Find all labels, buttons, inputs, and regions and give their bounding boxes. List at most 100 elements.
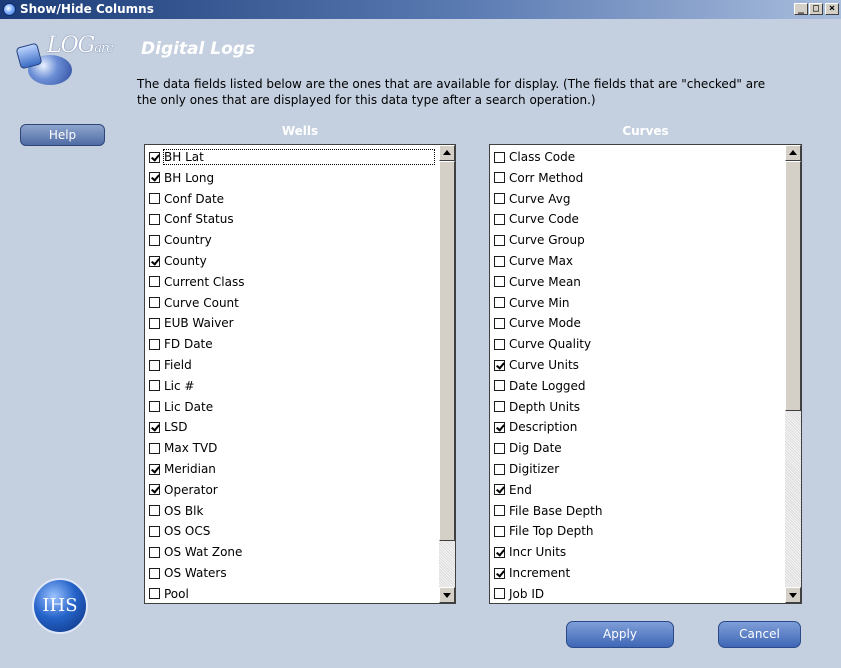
checkbox-icon[interactable] xyxy=(149,546,160,558)
curves-scroll-thumb[interactable] xyxy=(785,161,801,411)
checkbox-icon[interactable] xyxy=(149,463,160,475)
checkbox-icon[interactable] xyxy=(494,442,505,454)
list-item[interactable]: Curve Units xyxy=(494,355,579,375)
list-item[interactable]: Field xyxy=(149,355,192,375)
checkbox-icon[interactable] xyxy=(494,401,505,413)
title-bar[interactable]: Show/Hide Columns _ □ × xyxy=(0,0,841,19)
checkbox-icon[interactable] xyxy=(494,359,505,371)
list-item[interactable]: Incr Units xyxy=(494,542,566,562)
checkbox-icon[interactable] xyxy=(149,317,160,329)
list-item[interactable]: Lic # xyxy=(149,376,195,396)
help-button[interactable]: Help xyxy=(20,124,105,146)
checkbox-icon[interactable] xyxy=(494,172,505,184)
checkbox-icon[interactable] xyxy=(149,421,160,433)
checkbox-icon[interactable] xyxy=(494,151,505,163)
close-icon[interactable]: × xyxy=(825,3,839,15)
list-item[interactable]: Curve Group xyxy=(494,230,585,250)
checkbox-icon[interactable] xyxy=(149,525,160,537)
list-item[interactable]: OS OCS xyxy=(149,521,210,541)
checkbox-icon[interactable] xyxy=(494,234,505,246)
list-item[interactable]: Curve Max xyxy=(494,251,573,271)
list-item[interactable]: Pool xyxy=(149,584,189,603)
list-item[interactable]: Description xyxy=(494,417,577,437)
list-item[interactable]: LSD xyxy=(149,417,188,437)
list-item[interactable]: Increment xyxy=(494,563,570,583)
list-item[interactable]: FD Date xyxy=(149,334,213,354)
checkbox-icon[interactable] xyxy=(149,505,160,517)
list-item[interactable]: Curve Quality xyxy=(494,334,591,354)
checkbox-icon[interactable] xyxy=(149,213,160,225)
cancel-button[interactable]: Cancel xyxy=(718,621,801,648)
checkbox-icon[interactable] xyxy=(494,297,505,309)
list-item[interactable]: OS Wat Zone xyxy=(149,542,242,562)
checkbox-icon[interactable] xyxy=(494,484,505,496)
checkbox-icon[interactable] xyxy=(494,380,505,392)
checkbox-icon[interactable] xyxy=(494,567,505,579)
list-item[interactable]: Curve Min xyxy=(494,293,570,313)
checkbox-icon[interactable] xyxy=(149,151,160,163)
list-item[interactable]: Operator xyxy=(149,480,218,500)
list-item[interactable]: Conf Date xyxy=(149,189,224,209)
checkbox-icon[interactable] xyxy=(149,234,160,246)
checkbox-icon[interactable] xyxy=(494,505,505,517)
wells-scroll-thumb[interactable] xyxy=(439,161,455,541)
list-item[interactable]: BH Long xyxy=(149,168,214,188)
checkbox-icon[interactable] xyxy=(494,463,505,475)
apply-button[interactable]: Apply xyxy=(566,621,674,648)
list-item[interactable]: Curve Count xyxy=(149,293,239,313)
list-item[interactable]: Country xyxy=(149,230,212,250)
checkbox-icon[interactable] xyxy=(494,193,505,205)
scroll-up-icon[interactable] xyxy=(439,145,455,161)
checkbox-icon[interactable] xyxy=(149,442,160,454)
checkbox-icon[interactable] xyxy=(494,213,505,225)
list-item[interactable]: OS Waters xyxy=(149,563,227,583)
checkbox-icon[interactable] xyxy=(149,338,160,350)
list-item[interactable]: Digitizer xyxy=(494,459,559,479)
list-item[interactable]: EUB Waiver xyxy=(149,313,234,333)
checkbox-icon[interactable] xyxy=(494,588,505,600)
list-item[interactable]: OS Blk xyxy=(149,501,203,521)
maximize-icon[interactable]: □ xyxy=(809,3,823,15)
checkbox-icon[interactable] xyxy=(494,255,505,267)
checkbox-icon[interactable] xyxy=(494,317,505,329)
list-item[interactable]: Current Class xyxy=(149,272,244,292)
checkbox-icon[interactable] xyxy=(149,359,160,371)
checkbox-icon[interactable] xyxy=(149,297,160,309)
scroll-down-icon[interactable] xyxy=(785,587,801,603)
list-item[interactable]: Lic Date xyxy=(149,397,213,417)
list-item[interactable]: Class Code xyxy=(494,147,575,167)
checkbox-icon[interactable] xyxy=(149,588,160,600)
checkbox-icon[interactable] xyxy=(149,193,160,205)
list-item[interactable]: County xyxy=(149,251,207,271)
checkbox-icon[interactable] xyxy=(149,172,160,184)
list-item[interactable]: Curve Code xyxy=(494,209,579,229)
list-item[interactable]: Curve Mode xyxy=(494,313,581,333)
curves-scrollbar[interactable] xyxy=(785,145,801,603)
list-item[interactable]: Curve Avg xyxy=(494,189,570,209)
list-item[interactable]: Job ID xyxy=(494,584,544,603)
list-item[interactable]: File Top Depth xyxy=(494,521,594,541)
checkbox-icon[interactable] xyxy=(494,525,505,537)
checkbox-icon[interactable] xyxy=(494,276,505,288)
list-item[interactable]: Corr Method xyxy=(494,168,583,188)
checkbox-icon[interactable] xyxy=(149,276,160,288)
checkbox-icon[interactable] xyxy=(494,338,505,350)
wells-scrollbar[interactable] xyxy=(439,145,455,603)
checkbox-icon[interactable] xyxy=(149,567,160,579)
checkbox-icon[interactable] xyxy=(149,380,160,392)
scroll-down-icon[interactable] xyxy=(439,587,455,603)
checkbox-icon[interactable] xyxy=(149,255,160,267)
list-item[interactable]: End xyxy=(494,480,532,500)
list-item[interactable]: Depth Units xyxy=(494,397,580,417)
list-item[interactable]: Conf Status xyxy=(149,209,234,229)
checkbox-icon[interactable] xyxy=(494,421,505,433)
list-item[interactable]: Date Logged xyxy=(494,376,586,396)
list-item[interactable]: Meridian xyxy=(149,459,216,479)
list-item[interactable]: File Base Depth xyxy=(494,501,602,521)
list-item[interactable]: Dig Date xyxy=(494,438,562,458)
list-item[interactable]: BH Lat xyxy=(149,147,435,167)
list-item[interactable]: Curve Mean xyxy=(494,272,581,292)
scroll-up-icon[interactable] xyxy=(785,145,801,161)
checkbox-icon[interactable] xyxy=(149,401,160,413)
minimize-icon[interactable]: _ xyxy=(794,3,808,15)
